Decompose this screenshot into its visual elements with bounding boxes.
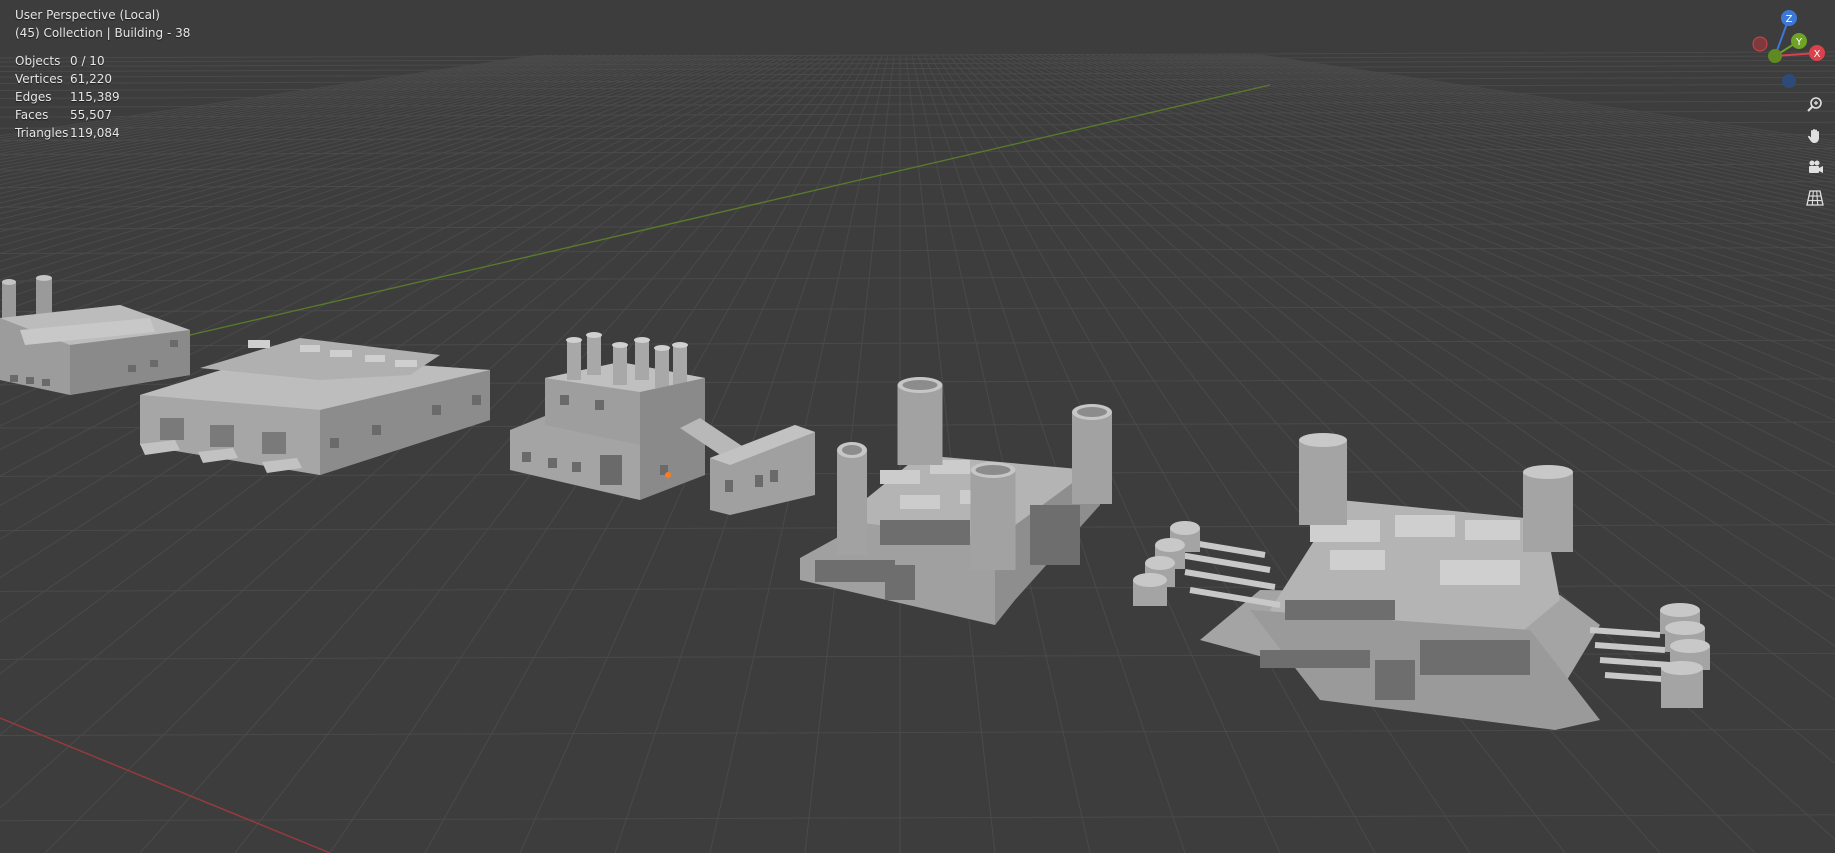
building-chimney-factory[interactable] (510, 332, 815, 515)
gizmo-neg-z-handle[interactable] (1782, 74, 1796, 88)
stat-row-triangles: Triangles 119,084 (15, 124, 190, 142)
building-far-left-factory[interactable] (0, 275, 190, 395)
stat-value: 0 / 10 (70, 54, 105, 68)
gizmo-neg-x-handle[interactable] (1752, 36, 1768, 52)
scene-statistics: Objects 0 / 10 Vertices 61,220 Edges 115… (15, 52, 190, 142)
gizmo-y-label: Y (1795, 37, 1803, 48)
stat-label: Vertices (15, 72, 63, 86)
gizmo-x-label: X (1814, 49, 1821, 60)
hand-pan-icon (1807, 129, 1819, 143)
zoom-button[interactable] (1800, 90, 1830, 120)
3d-viewport[interactable]: User Perspective (Local) (45) Collection… (0, 0, 1835, 853)
y-axis-line (189, 84, 1271, 336)
gizmo-z-label: Z (1786, 14, 1793, 25)
stat-value: 119,084 (70, 126, 120, 140)
stat-value: 55,507 (70, 108, 112, 122)
stat-value: 61,220 (70, 72, 112, 86)
viewport-perspective-label: User Perspective (Local) (15, 8, 160, 22)
viewport-navigation-tools (1800, 90, 1834, 214)
stat-value: 115,389 (70, 90, 120, 104)
zoom-icon (1807, 97, 1822, 112)
stat-label: Triangles (15, 126, 69, 140)
toggle-perspective-button[interactable] (1800, 183, 1830, 213)
gizmo-neg-y-handle[interactable] (1768, 49, 1782, 63)
camera-view-button[interactable] (1800, 152, 1830, 182)
building-large-plant[interactable] (1133, 433, 1710, 730)
grid-perspective-icon (1806, 190, 1824, 206)
viewport-collection-label: (45) Collection | Building - 38 (15, 26, 191, 40)
stat-row-edges: Edges 115,389 (15, 88, 190, 106)
camera-icon (1809, 160, 1823, 173)
viewport-scene[interactable] (0, 0, 1835, 853)
pan-button[interactable] (1800, 121, 1830, 151)
x-axis-line (0, 717, 331, 853)
stat-label: Faces (15, 108, 49, 122)
stat-row-faces: Faces 55,507 (15, 106, 190, 124)
stat-label: Objects (15, 54, 61, 68)
stat-row-objects: Objects 0 / 10 (15, 52, 190, 70)
stat-row-vertices: Vertices 61,220 (15, 70, 190, 88)
navigation-gizmo[interactable]: Z Y X (1752, 6, 1832, 88)
viewport-info-overlay: User Perspective (Local) (45) Collection… (15, 6, 190, 142)
stat-label: Edges (15, 90, 52, 104)
